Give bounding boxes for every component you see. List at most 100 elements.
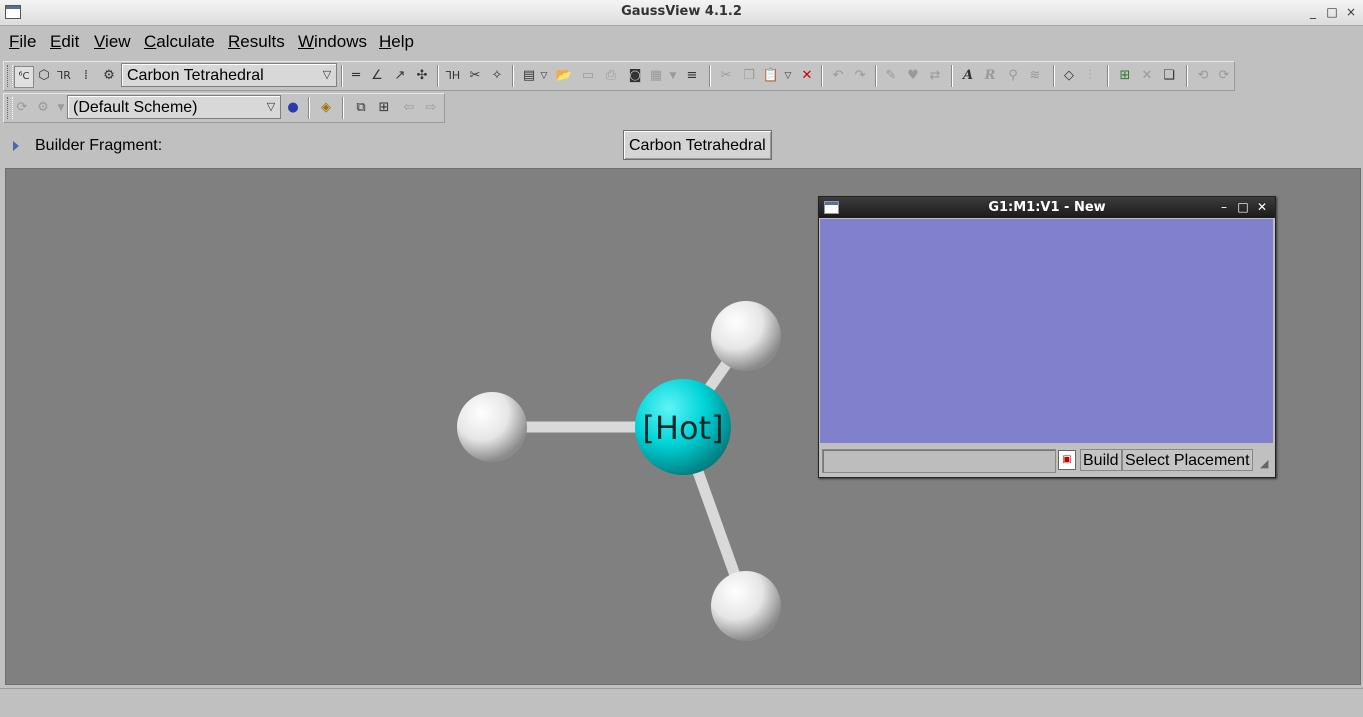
open-folder-icon[interactable]: 📂 [555, 66, 573, 86]
subwindow-title: G1:M1:V1 - New [988, 200, 1106, 215]
atom-label-icon[interactable]: A [959, 66, 977, 86]
delete-atom-icon[interactable]: ✂ [466, 66, 484, 86]
angle-icon[interactable]: ∠ [368, 66, 386, 86]
toolbar-separator [512, 65, 513, 87]
ring-fragment-icon[interactable]: ⬡ [35, 66, 53, 86]
subwindow-canvas[interactable] [820, 219, 1273, 443]
save-movie-icon[interactable]: ▦ [647, 66, 665, 86]
builder-fragment-label: Builder Fragment: [35, 137, 163, 154]
diamond-icon[interactable]: ◇ [1060, 66, 1078, 86]
select-placement-button[interactable]: Select Placement [1122, 449, 1253, 471]
bond-icon[interactable]: ═ [347, 66, 365, 86]
stick-icon[interactable]: ⚲ [1004, 66, 1022, 86]
scheme-toolbar: ⟳ ⚙ ▼ (Default Scheme) ▽ ● ◈ ⧉ ⊞ ⇦ ⇨ [3, 93, 445, 123]
toolbar-separator [308, 97, 309, 119]
clean-icon[interactable]: ✧ [488, 66, 506, 86]
element-fragment-icon[interactable]: ⁶C [14, 66, 34, 88]
tile-windows-icon[interactable]: ⊞ [375, 98, 393, 118]
toolbar-separator [1186, 65, 1187, 87]
resize-grip-icon[interactable]: ◢ [1260, 457, 1272, 470]
subwindow-maximize-button[interactable]: □ [1236, 199, 1250, 215]
reference-label-icon[interactable]: R [981, 66, 999, 86]
subwindow-statusbar: ▣ Build Select Placement ◢ [820, 447, 1273, 473]
subwindow-minimize-button[interactable]: – [1217, 199, 1231, 215]
custom-fragment-icon[interactable]: ⚙ [100, 66, 118, 86]
minimize-button[interactable]: _ [1305, 4, 1321, 20]
toolbar-separator [1053, 65, 1054, 87]
document-icon[interactable]: ▣ [1058, 450, 1076, 470]
toolbar-grip [7, 65, 13, 87]
toolbar-separator [709, 65, 710, 87]
toolbar-separator [875, 65, 876, 87]
paste-dropdown-icon[interactable]: ▽ [779, 66, 797, 86]
delete-icon[interactable]: ✕ [798, 66, 816, 86]
menu-results[interactable]: Results [228, 32, 285, 52]
molecule-subwindow[interactable]: G1:M1:V1 - New – □ ✕ ▣ Build Select Plac… [818, 196, 1276, 478]
next-window-icon[interactable]: ⇨ [422, 98, 440, 118]
menu-calculate[interactable]: Calculate [144, 32, 215, 52]
menu-file[interactable]: File [9, 32, 36, 52]
cascade-windows-icon[interactable]: ⧉ [352, 98, 370, 118]
hydrogen-atom-bottom[interactable] [711, 571, 781, 641]
dihedral-icon[interactable]: ↗ [391, 66, 409, 86]
point-group-icon[interactable]: ♥ [904, 66, 922, 86]
close-button[interactable]: × [1343, 4, 1359, 20]
paste-icon[interactable]: 📋 [762, 66, 780, 86]
status-field [822, 449, 1056, 473]
builder-fragment-button[interactable]: Carbon Tetrahedral [623, 130, 772, 160]
color-scheme-icon[interactable]: ● [284, 98, 302, 118]
ribbon-icon[interactable]: ≋ [1026, 66, 1044, 86]
save-image-icon[interactable]: ◙ [626, 66, 644, 86]
main-toolbar: ⁶C ⬡ ⅂R ⁞ ⚙ Carbon Tetrahedral ▽ ═ ∠ ↗ ✣… [3, 61, 1235, 91]
hydrogen-atom-left[interactable] [457, 392, 527, 462]
subwindow-titlebar[interactable]: G1:M1:V1 - New – □ ✕ [819, 197, 1275, 218]
new-dropdown-icon[interactable]: ▽ [535, 66, 553, 86]
redo-icon[interactable]: ↷ [851, 66, 869, 86]
maximize-button[interactable]: □ [1324, 4, 1340, 20]
thermometer-icon[interactable]: ⫶ [1081, 66, 1099, 86]
main-statusbar [0, 688, 1363, 717]
r-group-fragment-icon[interactable]: ⅂R [55, 66, 73, 86]
menu-windows[interactable]: Windows [298, 32, 367, 52]
biological-fragment-icon[interactable]: ⁞ [77, 66, 95, 86]
rebond-icon[interactable]: ⇄ [926, 66, 944, 86]
undo-icon[interactable]: ↶ [829, 66, 847, 86]
menu-view[interactable]: View [94, 32, 131, 52]
display-settings-icon[interactable]: ◈ [317, 98, 335, 118]
scheme-combo[interactable]: (Default Scheme) ▽ [67, 95, 281, 119]
rotate-left-icon[interactable]: ⟲ [1194, 66, 1212, 86]
close-view-icon[interactable]: ✕ [1138, 66, 1156, 86]
toolbar-separator [341, 65, 342, 87]
toolbar-separator [951, 65, 952, 87]
toolbar-separator [1107, 65, 1108, 87]
previous-window-icon[interactable]: ⇦ [400, 98, 418, 118]
toolbar-separator [821, 65, 822, 87]
toolbar-separator [437, 65, 438, 87]
add-valence-icon[interactable]: ⅂H [444, 66, 462, 86]
list-icon[interactable]: ≡ [683, 66, 701, 86]
print-icon[interactable]: ⎙ [602, 66, 620, 86]
expand-arrow-icon[interactable] [13, 141, 19, 151]
cascade-icon[interactable]: ❏ [1160, 66, 1178, 86]
add-view-icon[interactable]: ⊞ [1116, 66, 1134, 86]
scheme-settings-icon[interactable]: ⚙ [34, 98, 52, 118]
save-icon[interactable]: ▭ [579, 66, 597, 86]
copy-icon[interactable]: ❐ [740, 66, 758, 86]
menu-edit[interactable]: Edit [50, 32, 79, 52]
fragment-combo[interactable]: Carbon Tetrahedral ▽ [121, 63, 337, 87]
menu-help[interactable]: Help [379, 32, 414, 52]
rotate-right-icon[interactable]: ⟳ [1215, 66, 1233, 86]
movie-dropdown-icon[interactable]: ▼ [664, 66, 682, 86]
chevron-down-icon: ▽ [322, 69, 332, 81]
toolbar-separator [342, 97, 343, 119]
subwindow-close-button[interactable]: ✕ [1255, 199, 1269, 215]
refresh-icon[interactable]: ⟳ [13, 98, 31, 118]
window-titlebar: GaussView 4.1.2 _ □ × [0, 0, 1363, 26]
hydrogen-atom-top[interactable] [711, 301, 781, 371]
build-mode-button[interactable]: Build [1080, 449, 1122, 471]
inquire-icon[interactable]: ✣ [413, 66, 431, 86]
cut-icon[interactable]: ✂ [717, 66, 735, 86]
symmetrize-icon[interactable]: ✎ [882, 66, 900, 86]
window-title: GaussView 4.1.2 [621, 4, 742, 19]
center-atom-label: [Hot] [642, 409, 723, 447]
